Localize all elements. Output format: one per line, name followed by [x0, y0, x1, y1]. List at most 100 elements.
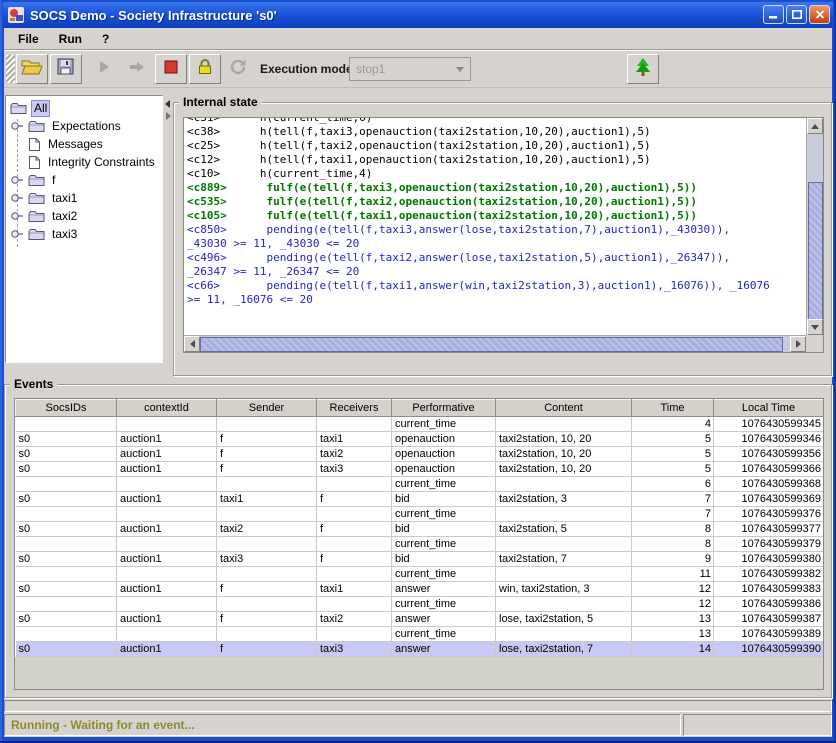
table-cell: taxi3 — [317, 462, 392, 477]
table-row[interactable]: current_time111076430599382 — [16, 567, 824, 582]
table-cell: auction1 — [117, 642, 217, 657]
table-cell — [16, 507, 117, 522]
open-button[interactable] — [16, 54, 48, 84]
table-cell — [16, 627, 117, 642]
tree-item-messages[interactable]: Messages — [7, 135, 161, 153]
save-button[interactable] — [50, 54, 82, 84]
menu-help[interactable]: ? — [92, 30, 119, 48]
table-cell — [117, 507, 217, 522]
table-cell: 1076430599387 — [714, 612, 824, 627]
tree-item-label: taxi1 — [49, 191, 80, 206]
column-header-sender[interactable]: Sender — [217, 400, 317, 417]
society-button[interactable] — [627, 54, 659, 84]
table-cell: 6 — [632, 477, 714, 492]
horizontal-scrollbar-thumb[interactable] — [200, 337, 783, 352]
events-header-row: SocsIDscontextIdSenderReceiversPerformat… — [16, 400, 824, 417]
table-row[interactable]: s0auction1taxi3fbidtaxi2station, 7910764… — [16, 552, 824, 567]
refresh-button[interactable] — [223, 54, 255, 84]
table-row[interactable]: current_time61076430599368 — [16, 477, 824, 492]
vertical-scrollbar[interactable] — [806, 118, 823, 335]
table-row[interactable]: current_time81076430599379 — [16, 537, 824, 552]
table-cell: openauction — [392, 447, 496, 462]
expand-handle-icon[interactable] — [10, 228, 28, 240]
table-cell: 14 — [632, 642, 714, 657]
expand-handle-icon[interactable] — [10, 174, 28, 186]
split-divider[interactable] — [163, 95, 173, 363]
execution-mode-select[interactable]: stop1 — [349, 57, 471, 81]
table-row[interactable]: current_time41076430599345 — [16, 417, 824, 432]
horizontal-scrollbar[interactable] — [184, 335, 806, 352]
table-cell — [317, 507, 392, 522]
table-row[interactable]: current_time131076430599389 — [16, 627, 824, 642]
table-cell: 1076430599386 — [714, 597, 824, 612]
table-cell: f — [317, 552, 392, 567]
collapse-right-icon[interactable] — [166, 112, 171, 120]
table-cell: taxi2station, 10, 20 — [496, 462, 632, 477]
table-row[interactable]: s0auction1taxi2fbidtaxi2station, 5810764… — [16, 522, 824, 537]
table-row[interactable]: s0auction1ftaxi1openauctiontaxi2station,… — [16, 432, 824, 447]
column-header-time[interactable]: Time — [632, 400, 714, 417]
table-row[interactable]: s0auction1ftaxi1answerwin, taxi2station,… — [16, 582, 824, 597]
expand-handle-icon[interactable] — [10, 210, 28, 222]
column-header-local-time[interactable]: Local Time — [714, 400, 824, 417]
tree-item-expectations[interactable]: Expectations — [7, 117, 161, 135]
state-line: >= 11, _16076 <= 20 — [187, 293, 806, 307]
toolbar-drag-handle[interactable] — [6, 55, 15, 83]
state-line: <c66> pending(e(tell(f,taxi1,answer(win,… — [187, 279, 806, 293]
tree-item-taxi2[interactable]: taxi2 — [7, 207, 161, 225]
arrow-down-icon — [811, 325, 819, 330]
column-header-performative[interactable]: Performative — [392, 400, 496, 417]
collapse-left-icon[interactable] — [165, 100, 170, 108]
table-cell — [16, 567, 117, 582]
table-row[interactable]: s0auction1ftaxi2openauctiontaxi2station,… — [16, 447, 824, 462]
state-line: <c535> fulf(e(tell(f,taxi2,openauction(t… — [187, 195, 806, 209]
scroll-down-button[interactable] — [807, 319, 823, 335]
state-line: _43030 >= 11, _43030 <= 20 — [187, 237, 806, 251]
internal-state-text: <c31> h(current_time,6)<c38> h(tell(f,ta… — [184, 118, 806, 307]
table-row[interactable]: current_time71076430599376 — [16, 507, 824, 522]
state-line: <c850> pending(e(tell(f,taxi3,answer(los… — [187, 223, 806, 237]
column-header-contextid[interactable]: contextId — [117, 400, 217, 417]
scroll-up-button[interactable] — [807, 118, 823, 134]
menu-run[interactable]: Run — [49, 30, 92, 48]
table-row[interactable]: s0auction1ftaxi3openauctiontaxi2station,… — [16, 462, 824, 477]
combo-arrow-button[interactable] — [450, 58, 470, 80]
table-cell: 1076430599368 — [714, 477, 824, 492]
table-row[interactable]: s0auction1taxi1fbidtaxi2station, 3710764… — [16, 492, 824, 507]
events-table: SocsIDscontextIdSenderReceiversPerformat… — [15, 399, 824, 657]
table-cell: 12 — [632, 597, 714, 612]
tree-item-taxi1[interactable]: taxi1 — [7, 189, 161, 207]
tree-item-taxi3[interactable]: taxi3 — [7, 225, 161, 243]
lock-button[interactable] — [189, 54, 221, 84]
maximize-button[interactable] — [786, 5, 807, 24]
step-button[interactable] — [121, 54, 153, 84]
table-cell: f — [217, 642, 317, 657]
column-header-receivers[interactable]: Receivers — [317, 400, 392, 417]
column-header-socsids[interactable]: SocsIDs — [16, 400, 117, 417]
tree-item-f[interactable]: f — [7, 171, 161, 189]
tree-item-integrity-constraints[interactable]: Integrity Constraints — [7, 153, 161, 171]
table-cell: s0 — [16, 552, 117, 567]
table-cell: current_time — [392, 537, 496, 552]
menu-file[interactable]: File — [8, 30, 49, 48]
scroll-right-button[interactable] — [790, 336, 806, 352]
tree-item-all[interactable]: All — [7, 99, 161, 117]
play-button[interactable] — [88, 54, 120, 84]
table-row[interactable]: s0auction1ftaxi3answerlose, taxi2station… — [16, 642, 824, 657]
stop-button[interactable] — [155, 54, 187, 84]
table-cell: taxi1 — [217, 492, 317, 507]
minimize-button[interactable] — [763, 5, 784, 24]
scroll-left-button[interactable] — [184, 336, 200, 352]
table-cell — [217, 477, 317, 492]
expand-handle-icon[interactable] — [10, 192, 28, 204]
table-cell — [117, 627, 217, 642]
close-button[interactable] — [809, 5, 830, 24]
vertical-scrollbar-thumb[interactable] — [808, 182, 823, 320]
expand-handle-icon[interactable] — [10, 120, 28, 132]
document-icon — [28, 137, 41, 152]
table-cell — [217, 417, 317, 432]
table-cell: auction1 — [117, 462, 217, 477]
column-header-content[interactable]: Content — [496, 400, 632, 417]
table-row[interactable]: s0auction1ftaxi2answerlose, taxi2station… — [16, 612, 824, 627]
table-row[interactable]: current_time121076430599386 — [16, 597, 824, 612]
